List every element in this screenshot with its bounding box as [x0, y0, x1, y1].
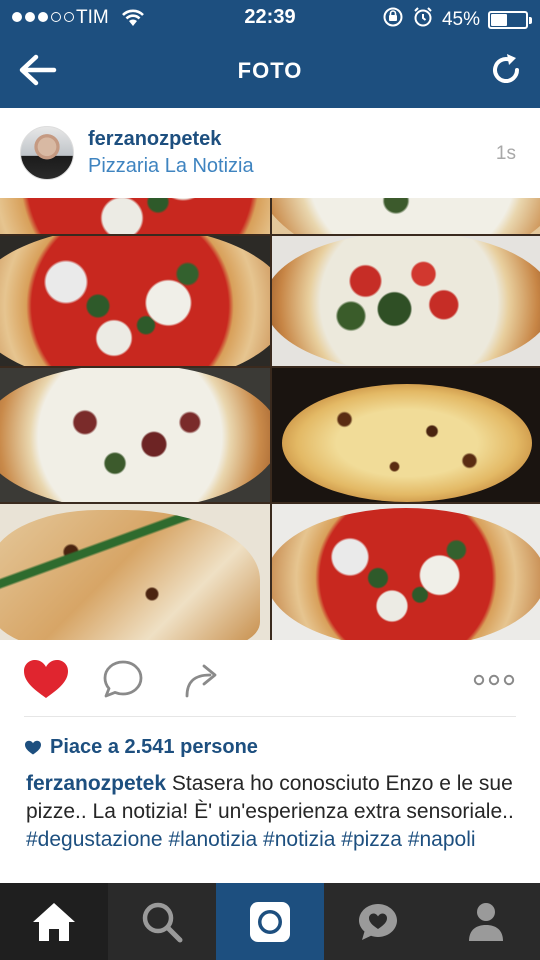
hashtag[interactable]: #degustazione	[26, 828, 163, 851]
photo-tile	[272, 198, 540, 234]
battery-icon	[488, 11, 532, 29]
comment-icon	[103, 660, 143, 698]
post-location[interactable]: Pizzaria La Notizia	[88, 155, 254, 178]
heart-icon	[24, 660, 68, 698]
refresh-button[interactable]	[488, 52, 524, 88]
hashtag[interactable]: #lanotizia	[168, 828, 257, 851]
search-icon	[142, 902, 183, 942]
rotation-lock-icon	[382, 6, 404, 34]
alarm-icon	[412, 6, 434, 34]
battery-percent: 45%	[441, 9, 480, 30]
profile-icon	[469, 902, 503, 941]
share-button[interactable]	[180, 658, 228, 702]
photo-tile	[0, 368, 270, 502]
tab-activity[interactable]	[324, 883, 432, 960]
photo-tile	[272, 236, 540, 366]
more-button[interactable]	[470, 658, 518, 702]
comment-button[interactable]	[100, 658, 148, 702]
photo-tile	[0, 236, 270, 366]
post-photo[interactable]	[0, 198, 540, 640]
tab-explore[interactable]	[108, 883, 216, 960]
heart-icon	[25, 740, 41, 755]
post-actions	[0, 640, 540, 716]
like-button[interactable]	[22, 658, 70, 702]
post-caption: ferzanozpetek Stasera ho conosciuto Enzo…	[26, 770, 516, 854]
avatar[interactable]	[20, 126, 74, 180]
hashtag[interactable]: #napoli	[408, 828, 476, 851]
divider	[24, 716, 516, 717]
activity-icon	[359, 903, 397, 940]
post-header: ferzanozpetek Pizzaria La Notizia 1s	[0, 108, 540, 198]
camera-icon	[250, 901, 290, 942]
top-bar: TIM 22:39 45% FOTO	[0, 0, 540, 108]
page-title: FOTO	[237, 58, 303, 83]
share-icon	[185, 664, 217, 698]
tab-camera[interactable]	[216, 883, 324, 960]
post-timestamp: 1s	[495, 143, 516, 164]
post-username[interactable]: ferzanozpetek	[88, 128, 221, 151]
photo-tile	[272, 368, 540, 502]
status-right: 45%	[382, 6, 532, 34]
hashtag[interactable]: #pizza	[341, 828, 402, 851]
tab-bar	[0, 883, 540, 960]
caption-username[interactable]: ferzanozpetek	[26, 772, 166, 795]
tab-profile[interactable]	[432, 883, 540, 960]
hashtag[interactable]: #notizia	[263, 828, 335, 851]
photo-tile	[0, 504, 270, 640]
home-icon	[33, 902, 75, 941]
likes-count[interactable]: Piace a 2.541 persone	[24, 736, 258, 759]
more-icon	[473, 674, 515, 686]
tab-home[interactable]	[0, 883, 108, 960]
refresh-icon	[493, 54, 520, 83]
likes-text: Piace a 2.541 persone	[50, 736, 258, 758]
photo-tile	[0, 198, 270, 234]
photo-tile	[272, 504, 540, 640]
status-bar: TIM 22:39 45%	[0, 0, 540, 36]
